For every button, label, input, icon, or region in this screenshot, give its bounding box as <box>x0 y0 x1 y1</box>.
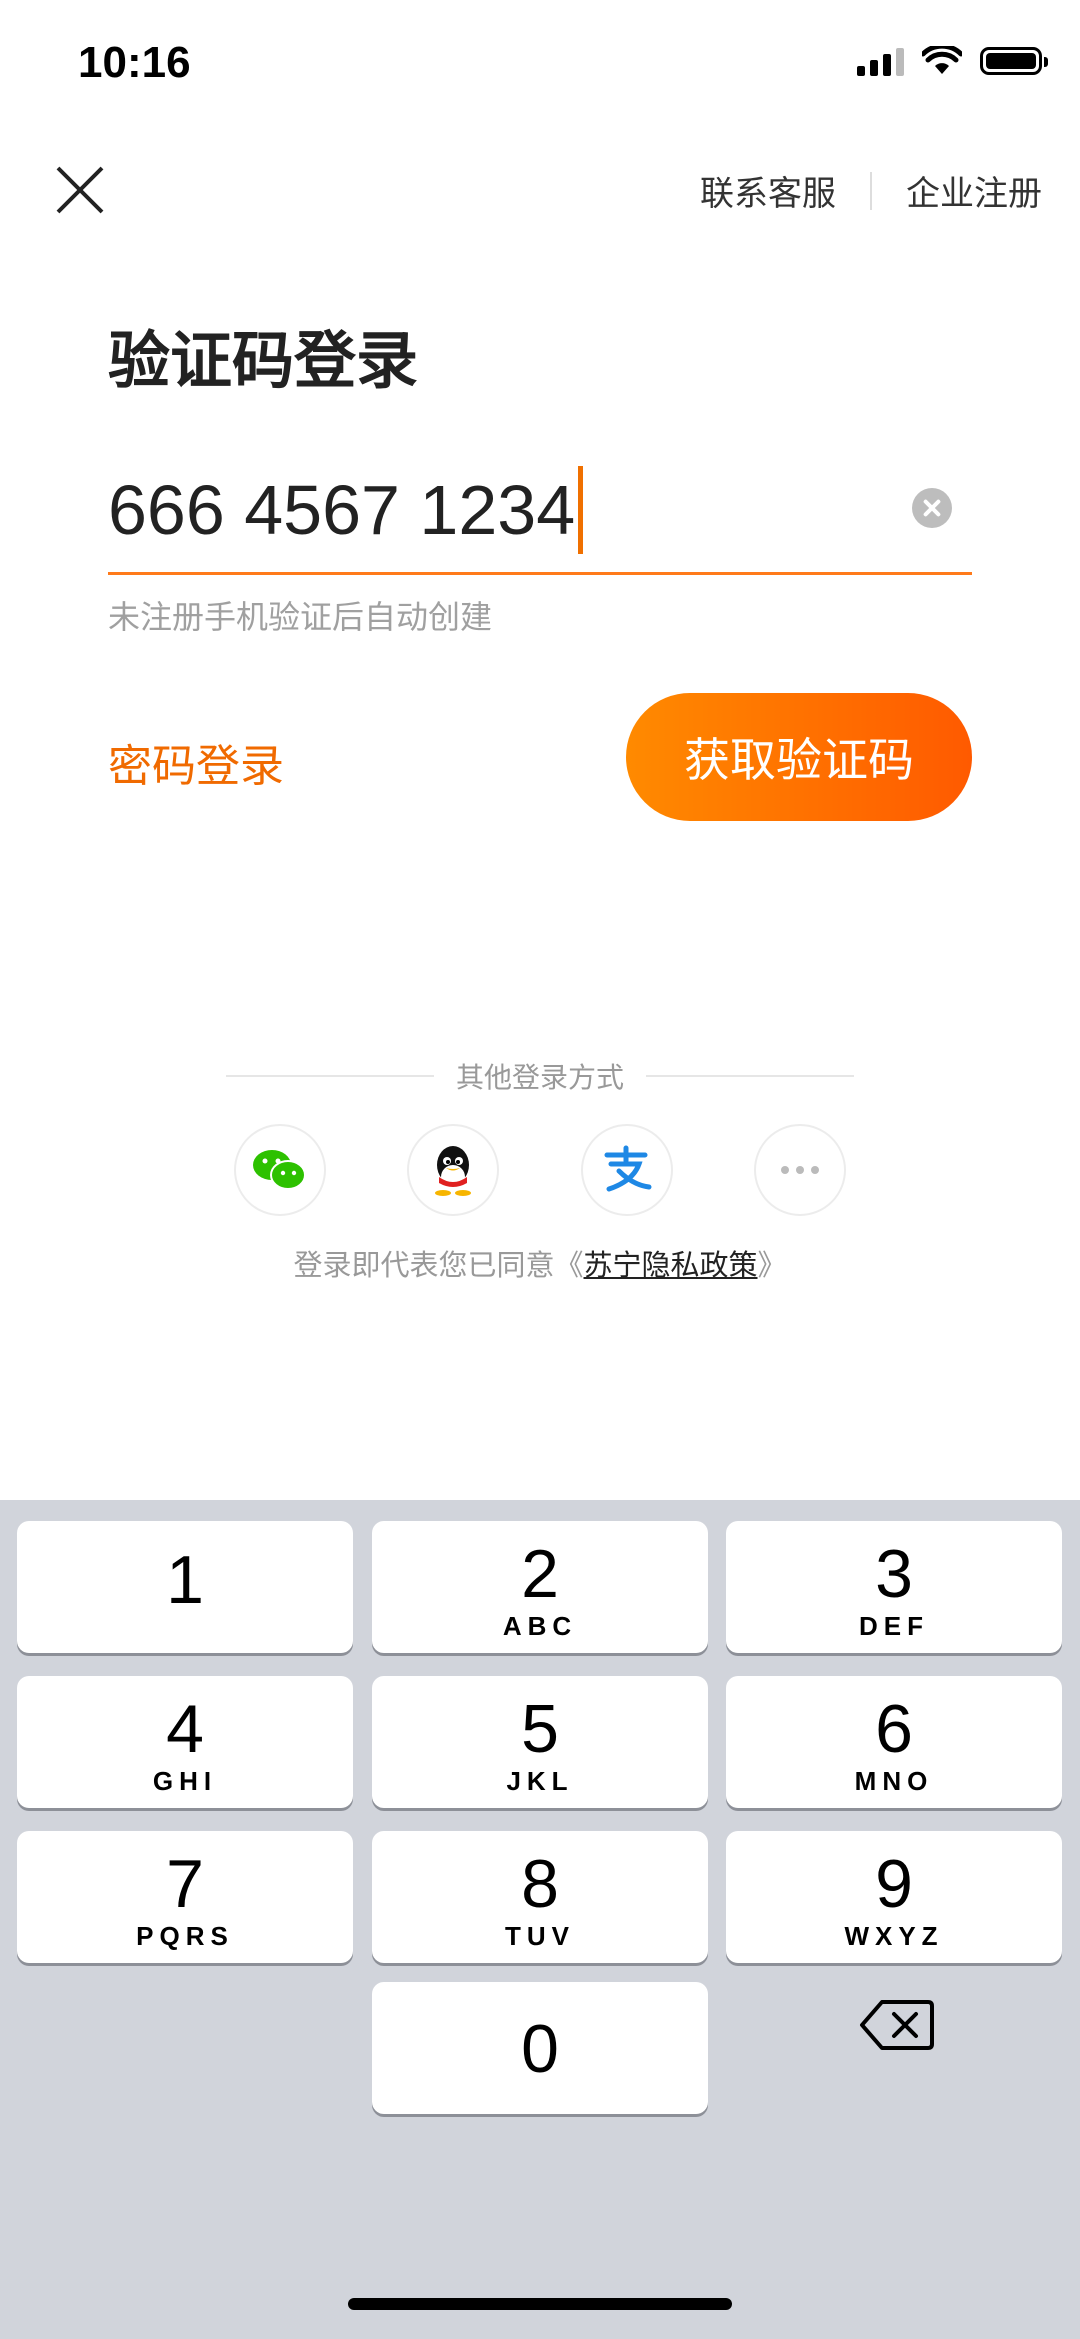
key-letters: TUV <box>505 1921 575 1951</box>
key-letters: JKL <box>506 1766 574 1796</box>
key-number: 7 <box>166 1846 204 1922</box>
key-number: 2 <box>521 1536 559 1612</box>
alipay-icon <box>604 1145 652 1192</box>
other-login-label: 其他登录方式 <box>456 1061 625 1094</box>
alipay-login-button[interactable] <box>580 1124 673 1216</box>
status-time: 10:16 <box>78 38 191 87</box>
key-number: 9 <box>875 1846 913 1922</box>
social-login-row <box>234 1124 846 1216</box>
key-number: 8 <box>521 1846 559 1922</box>
close-button[interactable] <box>50 160 110 220</box>
key-2[interactable]: 2 ABC <box>372 1521 708 1653</box>
key-letters: MNO <box>854 1766 934 1796</box>
key-0[interactable]: 0 <box>372 1982 708 2114</box>
customer-service-link[interactable]: 联系客服 <box>700 166 836 215</box>
privacy-policy-link[interactable]: 苏宁隐私政策 <box>584 1248 758 1282</box>
key-number: 3 <box>875 1536 913 1612</box>
other-login-divider: 其他登录方式 <box>226 1056 855 1096</box>
key-5[interactable]: 5 JKL <box>372 1676 708 1808</box>
get-code-button[interactable]: 获取验证码 <box>626 693 972 821</box>
key-8[interactable]: 8 TUV <box>372 1831 708 1963</box>
password-login-link[interactable]: 密码登录 <box>108 730 284 794</box>
wechat-icon <box>253 1150 306 1190</box>
phone-input-value[interactable]: 666 4567 1234 <box>108 466 584 554</box>
key-number: 0 <box>521 2011 559 2087</box>
key-letters: GHI <box>152 1766 218 1796</box>
agreement-close-bracket: 》 <box>757 1248 787 1282</box>
key-number: 1 <box>166 1542 204 1618</box>
delete-key[interactable] <box>858 1996 938 2054</box>
key-number: 4 <box>166 1691 204 1767</box>
wifi-icon <box>922 46 962 74</box>
phone-hint: 未注册手机验证后自动创建 <box>108 598 493 636</box>
key-7[interactable]: 7 PQRS <box>17 1831 353 1963</box>
more-icon <box>780 1166 819 1174</box>
divider-line <box>226 1075 434 1077</box>
backspace-icon <box>860 2000 934 2050</box>
key-3[interactable]: 3 DEF <box>726 1521 1062 1653</box>
key-letters: PQRS <box>136 1921 234 1951</box>
link-divider <box>870 171 872 210</box>
key-letters: ABC <box>502 1611 578 1641</box>
key-4[interactable]: 4 GHI <box>17 1676 353 1808</box>
home-indicator[interactable] <box>348 2298 732 2310</box>
key-letters: DEF <box>859 1611 929 1641</box>
qq-icon <box>435 1146 472 1196</box>
divider-line <box>646 1075 855 1077</box>
qq-login-button[interactable] <box>407 1124 500 1216</box>
page-title: 验证码登录 <box>108 324 419 397</box>
key-number: 5 <box>521 1691 559 1767</box>
key-9[interactable]: 9 WXYZ <box>726 1831 1062 1963</box>
more-login-button[interactable] <box>753 1124 846 1216</box>
enterprise-register-link[interactable]: 企业注册 <box>906 166 1042 215</box>
battery-icon <box>980 47 1048 75</box>
phone-number-text: 666 4567 1234 <box>108 471 576 549</box>
text-caret <box>578 466 584 554</box>
phone-input[interactable]: 666 4567 1234 <box>108 460 972 575</box>
key-letters: WXYZ <box>844 1921 944 1951</box>
agreement-open-bracket: 《 <box>554 1248 584 1282</box>
wechat-login-button[interactable] <box>234 1124 326 1216</box>
agreement-text: 登录即代表您已同意《苏宁隐私政策》 <box>0 1242 1080 1284</box>
top-links: 联系客服 企业注册 <box>700 166 1042 215</box>
close-icon <box>56 166 104 214</box>
clear-icon[interactable] <box>912 488 952 528</box>
key-number: 6 <box>875 1691 913 1767</box>
key-1[interactable]: 1 <box>17 1521 353 1653</box>
cellular-signal-icon <box>857 46 904 76</box>
status-icons <box>857 46 1048 76</box>
agreement-prefix: 登录即代表您已同意 <box>293 1248 555 1282</box>
key-6[interactable]: 6 MNO <box>726 1676 1062 1808</box>
